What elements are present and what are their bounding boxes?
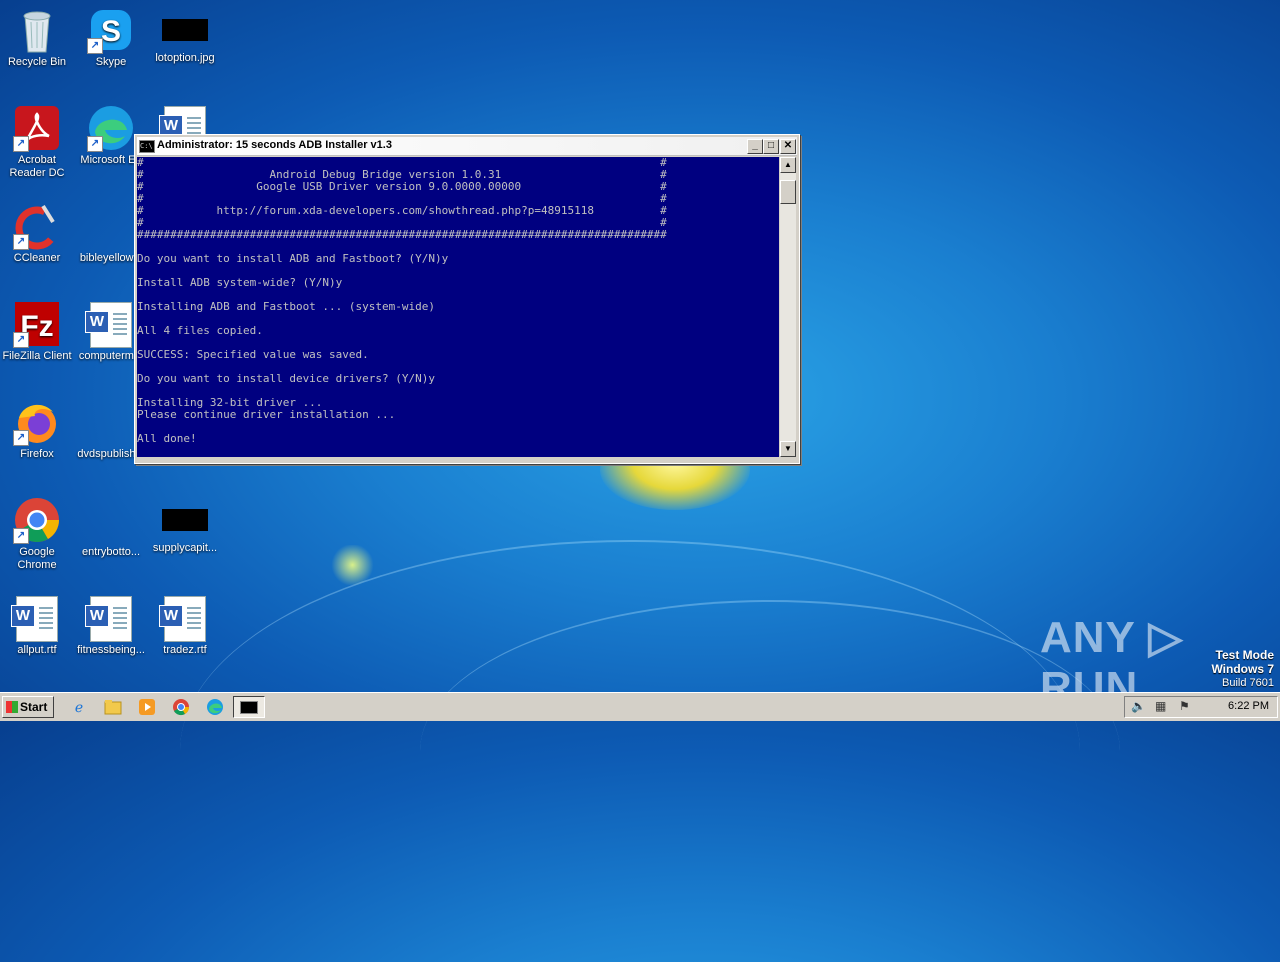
desktop-icon-lotoption[interactable]: lotoption.jpg: [148, 6, 222, 65]
shortcut-arrow-icon: ↗: [13, 528, 29, 544]
console-line: ########################################…: [137, 228, 667, 241]
desktop-icon-label: tradez.rtf: [163, 644, 207, 656]
desktop-icon-label: supplycapit...: [152, 542, 218, 554]
vertical-scrollbar[interactable]: ▲ ▼: [780, 157, 796, 457]
window-title: Administrator: 15 seconds ADB Installer …: [157, 139, 392, 151]
volume-icon[interactable]: 🔈: [1131, 699, 1146, 713]
test-mode-line: Test Mode: [1215, 648, 1274, 662]
desktop-icon-label: entrybotto...: [81, 546, 141, 558]
recycle-bin-icon: [13, 6, 61, 54]
maximize-button[interactable]: □: [763, 139, 779, 154]
desktop-icon-supplycapit[interactable]: supplycapit...: [148, 496, 222, 555]
minimize-button[interactable]: _: [747, 139, 763, 154]
scroll-up-icon[interactable]: ▲: [780, 157, 796, 173]
wallpaper-swoosh: [420, 600, 1120, 902]
console-line: Install ADB system-wide? (Y/N)y: [137, 276, 343, 289]
word-doc-icon: W: [159, 596, 206, 642]
explorer-icon[interactable]: [102, 697, 124, 717]
ie-icon[interactable]: ℯ: [68, 697, 90, 717]
os-name-line: Windows 7: [1211, 662, 1274, 676]
desktop-icon-label: Recycle Bin: [7, 56, 67, 68]
desktop-icon-skype[interactable]: S ↗ Skype: [74, 6, 148, 69]
desktop-icon-recycle-bin[interactable]: Recycle Bin: [0, 6, 74, 69]
edge-icon: ↗: [87, 104, 135, 152]
windows-flag-icon: [6, 701, 18, 713]
console-line: Do you want to install ADB and Fastboot?…: [137, 252, 449, 265]
desktop-icon-label: fitnessbeing...: [77, 644, 145, 656]
desktop-icon-label: Google Chrome: [17, 546, 57, 571]
start-label: Start: [20, 700, 48, 714]
desktop-icon-filezilla[interactable]: Fz ↗ FileZilla Client: [0, 300, 74, 363]
console-line: All 4 files copied.: [137, 324, 263, 337]
desktop-icon-label: CCleaner: [13, 252, 61, 264]
scroll-thumb[interactable]: [780, 180, 796, 204]
desktop-icon-label: allput.rtf: [17, 644, 57, 656]
word-doc-icon: W: [85, 596, 132, 642]
build-line: Build 7601: [1222, 677, 1274, 689]
desktop-icon-label: FileZilla Client: [2, 350, 72, 362]
system-tray: 🔈 ▦ ⚑ 6:22 PM: [1124, 696, 1278, 718]
shortcut-arrow-icon: ↗: [87, 136, 103, 152]
close-button[interactable]: ✕: [780, 139, 796, 154]
desktop-icon-label: Acrobat Reader DC: [9, 154, 65, 179]
desktop-icon-firefox[interactable]: ↗ Firefox: [0, 398, 74, 461]
desktop-icon-allput[interactable]: W allput.rtf: [0, 594, 74, 657]
desktop-icon-entrybotto[interactable]: entrybotto...: [74, 496, 148, 559]
firefox-icon: ↗: [13, 398, 61, 446]
ccleaner-icon: ↗: [13, 202, 61, 250]
scroll-down-icon[interactable]: ▼: [780, 441, 796, 457]
console-output[interactable]: # # # Android Debug Bridge version 1.0.31…: [137, 157, 779, 457]
taskbar-cmd-button[interactable]: [233, 696, 265, 718]
console-line: All done!: [137, 432, 197, 445]
cmd-icon: C:\: [139, 140, 155, 153]
window-titlebar[interactable]: C:\ Administrator: 15 seconds ADB Instal…: [137, 137, 797, 156]
file-icon: [87, 496, 135, 544]
test-mode-notice: Test Mode Windows 7 Build 7601: [1211, 648, 1274, 690]
desktop-icon-fitnessbeing[interactable]: W fitnessbeing...: [74, 594, 148, 657]
console-line: SUCCESS: Specified value was saved.: [137, 348, 369, 361]
word-doc-icon: W: [85, 302, 132, 348]
desktop-icon-label: lotoption.jpg: [155, 52, 215, 64]
desktop-icon-chrome[interactable]: ↗ Google Chrome: [0, 496, 74, 572]
shortcut-arrow-icon: ↗: [13, 136, 29, 152]
start-button[interactable]: Start: [2, 696, 54, 718]
desktop-icon-acrobat[interactable]: ↗ Acrobat Reader DC: [0, 104, 74, 180]
word-doc-icon: W: [11, 596, 58, 642]
console-line: Do you want to install device drivers? (…: [137, 372, 436, 385]
desktop-icon-ccleaner[interactable]: ↗ CCleaner: [0, 202, 74, 265]
image-file-icon: [162, 509, 208, 531]
shortcut-arrow-icon: ↗: [87, 38, 103, 54]
chrome-icon[interactable]: [170, 697, 192, 717]
flag-icon[interactable]: ⚑: [1179, 699, 1190, 713]
skype-icon: S ↗: [87, 6, 135, 54]
shortcut-arrow-icon: ↗: [13, 430, 29, 446]
shortcut-arrow-icon: ↗: [13, 332, 29, 348]
filezilla-icon: Fz ↗: [13, 300, 61, 348]
clock[interactable]: 6:22 PM: [1228, 700, 1269, 712]
file-icon: [87, 398, 135, 446]
media-player-icon[interactable]: [136, 697, 158, 717]
desktop-icon-label: Firefox: [20, 448, 54, 460]
taskbar: Start ℯ 🔈 ▦ ⚑ 6:22 PM: [0, 692, 1280, 721]
image-file-icon: [162, 19, 208, 41]
svg-text:S: S: [101, 15, 121, 48]
cmd-icon: [240, 701, 258, 714]
desktop-icon-tradez[interactable]: W tradez.rtf: [148, 594, 222, 657]
edge-icon[interactable]: [204, 697, 226, 717]
file-icon: [87, 202, 135, 250]
desktop-icon-label: Skype: [95, 56, 127, 68]
network-icon[interactable]: ▦: [1155, 699, 1166, 713]
console-line: Please continue driver installation ...: [137, 408, 396, 421]
console-line: Installing ADB and Fastboot ... (system-…: [137, 300, 436, 313]
shortcut-arrow-icon: ↗: [13, 234, 29, 250]
acrobat-icon: ↗: [13, 104, 61, 152]
console-window[interactable]: C:\ Administrator: 15 seconds ADB Instal…: [134, 134, 800, 464]
wallpaper-leaf: [330, 545, 375, 585]
chrome-icon: ↗: [13, 496, 61, 544]
